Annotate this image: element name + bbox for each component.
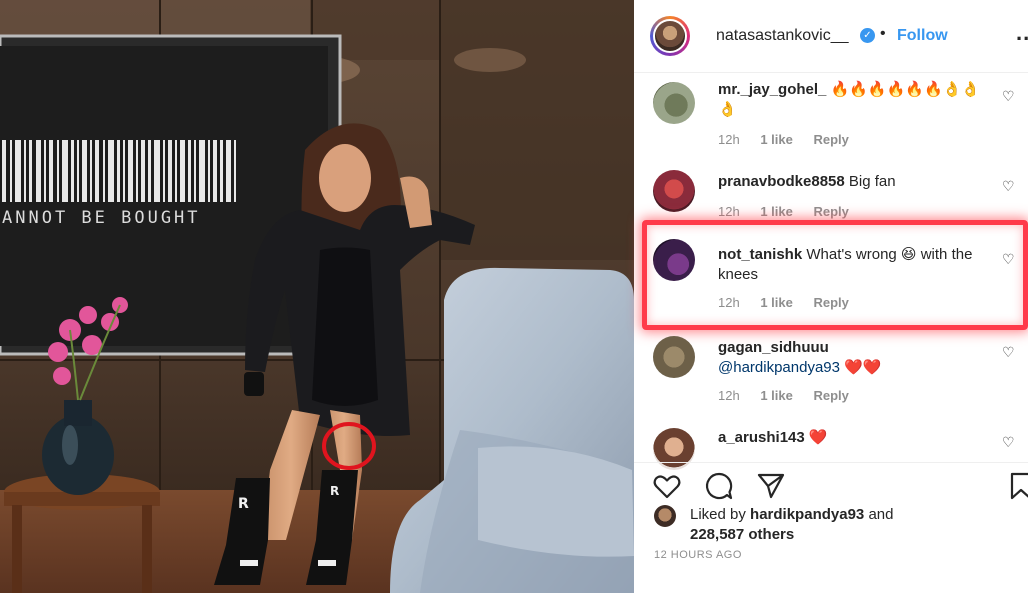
post-timestamp[interactable]: 12 HOURS AGO xyxy=(654,549,742,561)
comment-like-heart-icon[interactable]: ♡ xyxy=(1002,88,1015,105)
comment-time: 12h xyxy=(718,388,740,403)
commenter-avatar[interactable] xyxy=(653,82,695,124)
comment-icon[interactable] xyxy=(704,471,734,501)
comment-mention[interactable]: @hardikpandya93 xyxy=(718,359,840,376)
comment-time: 12h xyxy=(718,295,740,310)
reply-button[interactable]: Reply xyxy=(813,295,848,310)
comment-likes[interactable]: 1 like xyxy=(760,132,793,147)
comment-username[interactable]: gagan_sidhuuu xyxy=(718,339,829,356)
liked-by-prefix: Liked by xyxy=(690,506,746,523)
author-avatar[interactable] xyxy=(650,16,690,56)
liked-by-summary: Liked by hardikpandya93 and 228,587 othe… xyxy=(690,505,990,545)
comment-likes[interactable]: 1 like xyxy=(760,388,793,403)
comment-time: 12h xyxy=(718,204,740,219)
comment-likes[interactable]: 1 like xyxy=(760,295,793,310)
comment-text: Big fan xyxy=(848,173,896,190)
heart-icon[interactable] xyxy=(652,471,682,501)
post-photo-illustration: R R xyxy=(0,0,634,593)
svg-text:R: R xyxy=(238,496,249,512)
commenter-avatar[interactable] xyxy=(653,239,695,281)
separator-dot: • xyxy=(880,25,886,42)
liked-by-others[interactable]: 228,587 others xyxy=(690,526,794,543)
post-photo[interactable]: R R ANNOT BE BOUGHT xyxy=(0,0,634,593)
comment-username[interactable]: not_tanishk xyxy=(718,246,802,263)
post-side-panel: natasastankovic__ ✓ • Follow ... mr._jay… xyxy=(634,0,1028,593)
comment-time: 12h xyxy=(718,132,740,147)
comment-username[interactable]: a_arushi143 xyxy=(718,429,805,446)
reply-button[interactable]: Reply xyxy=(813,388,848,403)
post-header: natasastankovic__ ✓ • Follow ... xyxy=(634,0,1028,73)
action-bar xyxy=(634,462,1028,507)
comment-likes[interactable]: 1 like xyxy=(760,204,793,219)
photo-caption-text: ANNOT BE BOUGHT xyxy=(2,208,201,228)
comment-like-heart-icon[interactable]: ♡ xyxy=(1002,178,1015,195)
svg-text:R: R xyxy=(330,484,339,498)
commenter-avatar[interactable] xyxy=(653,170,695,212)
bookmark-icon[interactable] xyxy=(1006,471,1028,501)
liked-by-user[interactable]: hardikpandya93 xyxy=(750,506,864,523)
comment-username[interactable]: mr._jay_gohel_ xyxy=(718,81,826,98)
comment-like-heart-icon[interactable]: ♡ xyxy=(1002,434,1015,451)
liker-avatar[interactable] xyxy=(654,505,676,527)
comment-like-heart-icon[interactable]: ♡ xyxy=(1002,344,1015,361)
liked-by-and: and xyxy=(868,506,894,523)
comment-like-heart-icon[interactable]: ♡ xyxy=(1002,251,1015,268)
follow-button[interactable]: Follow xyxy=(897,27,948,45)
comment-username[interactable]: pranavbodke8858 xyxy=(718,173,845,190)
author-username[interactable]: natasastankovic__ xyxy=(716,27,849,45)
author-avatar-image xyxy=(653,19,687,53)
verified-badge-icon: ✓ xyxy=(860,28,875,43)
reply-button[interactable]: Reply xyxy=(813,204,848,219)
more-options-button[interactable]: ... xyxy=(1016,20,1028,46)
commenter-avatar[interactable] xyxy=(653,336,695,378)
share-icon[interactable] xyxy=(756,471,786,501)
comment-text: ❤️❤️ xyxy=(844,359,882,376)
reply-button[interactable]: Reply xyxy=(813,132,848,147)
comment-text: ❤️ xyxy=(808,429,828,446)
